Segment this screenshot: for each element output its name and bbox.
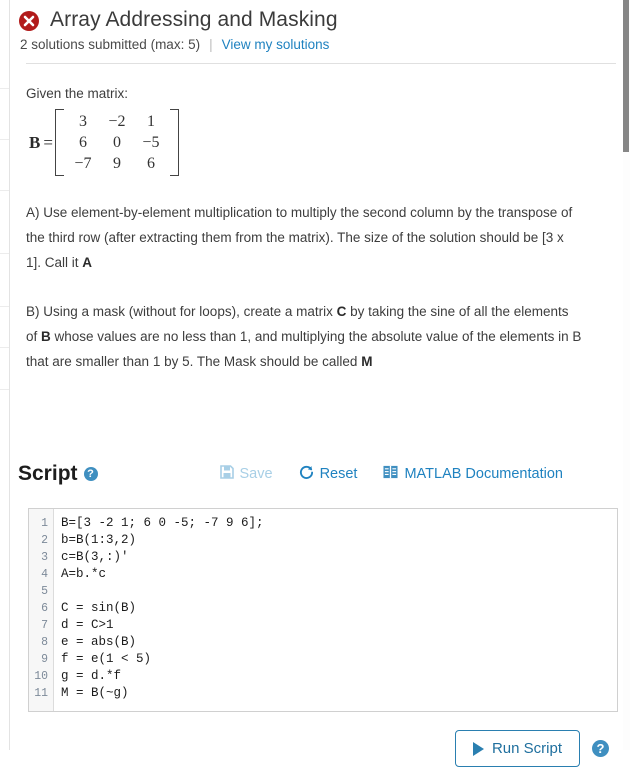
script-actions: Save Reset MATLAB Documentation <box>219 465 563 484</box>
matrix-values: 3 −2 1 6 0 −5 −7 9 6 <box>64 109 170 176</box>
code-line[interactable]: c=B(3,:)' <box>61 549 617 566</box>
matrix-cell: 3 <box>78 113 87 131</box>
code-line[interactable]: C = sin(B) <box>61 600 617 617</box>
matrix-b: B = 3 −2 1 6 0 −5 −7 9 6 <box>29 109 615 177</box>
code-line[interactable]: f = e(1 < 5) <box>61 651 617 668</box>
line-number: 11 <box>34 687 48 701</box>
code-line[interactable]: A=b.*c <box>61 566 617 583</box>
problem-part-a: A) Use element-by-element multiplication… <box>26 205 573 271</box>
script-heading-group: Script ? <box>18 462 98 486</box>
given-matrix-label: Given the matrix: <box>26 86 129 102</box>
matrix-equals: = <box>43 132 53 152</box>
line-number: 3 <box>41 551 48 565</box>
page-scrollbar-thumb[interactable] <box>623 0 629 152</box>
matrix-cell: −2 <box>108 113 126 131</box>
matrix-bracket-right <box>169 109 179 177</box>
matrix-cell: 6 <box>78 134 87 152</box>
save-label: Save <box>239 466 273 483</box>
matrix-bracket-left <box>54 109 64 177</box>
matrix-cell: 9 <box>112 155 121 173</box>
code-editor[interactable]: 1 2 3 4 5 6 7 8 9 10 11 B=[3 -2 1; 6 0 -5; -7 9 6]… <box>28 508 618 713</box>
line-number: 10 <box>34 670 48 684</box>
line-number: 2 <box>41 534 48 548</box>
submission-status-row: 2 solutions submitted (max: 5) | View my… <box>20 37 615 52</box>
circular-arrow-reset-icon <box>299 465 314 484</box>
reset-button[interactable]: Reset <box>299 465 358 484</box>
line-number: 5 <box>41 585 48 599</box>
reset-label: Reset <box>319 466 358 483</box>
submissions-count: 2 solutions submitted (max: 5) <box>20 37 201 53</box>
page-header: Array Addressing and Masking 2 solutions… <box>10 0 623 65</box>
code-line[interactable]: g = d.*f <box>61 668 617 685</box>
run-help-icon[interactable]: ? <box>592 740 609 758</box>
matrix-cell: −5 <box>142 134 160 152</box>
view-my-solutions-link[interactable]: View my solutions <box>222 37 330 52</box>
problem-part-b: B) Using a mask (without for loops), cre… <box>26 304 582 370</box>
code-line[interactable]: d = C>1 <box>61 617 617 634</box>
floppy-disk-save-icon <box>219 465 234 483</box>
save-button[interactable]: Save <box>219 465 273 483</box>
run-script-label: Run Script <box>491 740 562 758</box>
play-triangle-icon <box>472 741 484 756</box>
line-number: 6 <box>41 602 48 616</box>
problem-body: Given the matrix: B = 3 −2 1 6 0 −5 −7 9… <box>10 86 623 374</box>
separator: | <box>209 37 213 53</box>
matrix-cell: 1 <box>146 113 155 131</box>
code-area[interactable]: B=[3 -2 1; 6 0 -5; -7 9 6]; b=B(1:3,2) c=B… <box>54 509 617 711</box>
title-row: Array Addressing and Masking <box>18 8 615 31</box>
code-line[interactable]: B=[3 -2 1; 6 0 -5; -7 9 6]; <box>61 515 617 532</box>
matrix-cell: −7 <box>74 155 92 173</box>
code-line[interactable]: e = abs(B) <box>61 634 617 651</box>
problem-page: Array Addressing and Masking 2 solutions… <box>10 0 623 767</box>
book-documentation-icon <box>383 465 398 483</box>
matrix-name: B <box>29 132 41 152</box>
page-title: Array Addressing and Masking <box>50 8 338 31</box>
matlab-documentation-label: MATLAB Documentation <box>404 466 563 483</box>
line-number: 1 <box>41 517 48 531</box>
line-number: 9 <box>41 653 48 667</box>
line-number: 7 <box>41 619 48 633</box>
code-line[interactable] <box>61 583 617 600</box>
line-number-gutter: 1 2 3 4 5 6 7 8 9 10 11 <box>29 509 54 712</box>
error-circle-x-icon <box>18 10 40 32</box>
run-script-button[interactable]: Run Script <box>454 730 580 767</box>
header-divider <box>26 63 616 65</box>
page-scrollbar[interactable] <box>623 0 630 750</box>
matrix-cell: 6 <box>146 155 155 173</box>
code-line[interactable]: b=B(1:3,2) <box>61 532 617 549</box>
code-line[interactable]: M = B(~g) <box>61 685 617 702</box>
run-row: Run Script ? <box>10 730 609 767</box>
line-number: 4 <box>41 568 48 582</box>
matlab-documentation-link[interactable]: MATLAB Documentation <box>383 465 563 483</box>
matrix-cell: 0 <box>112 134 121 152</box>
left-panel-edge <box>0 0 10 750</box>
line-number: 8 <box>41 636 48 650</box>
script-help-icon[interactable]: ? <box>83 467 98 482</box>
script-toolbar: Script ? Save Reset MATLAB Documentation <box>18 462 612 486</box>
script-heading: Script <box>18 462 78 486</box>
